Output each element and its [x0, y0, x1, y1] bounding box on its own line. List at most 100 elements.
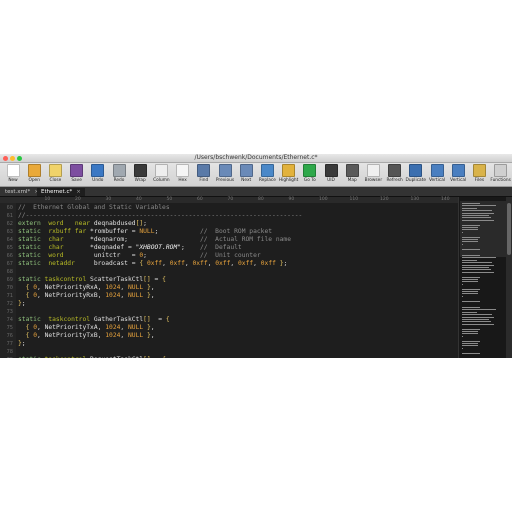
document-map-line [462, 271, 494, 273]
document-map-line [462, 300, 480, 302]
code-line[interactable]: // Ethernet Global and Static Variables [18, 204, 170, 212]
map-button[interactable]: Map [341, 164, 363, 185]
files-icon [472, 164, 486, 177]
vertical-button[interactable]: Vertical [447, 164, 469, 185]
document-map-line [462, 239, 479, 240]
document-map-line [462, 207, 478, 209]
code-line[interactable]: static rxbuff far *rombuffer = NULL; // … [18, 228, 272, 236]
toolbar-button-label: Next [241, 178, 252, 183]
code-line[interactable]: { 0, NetPriorityTxA, 1024, NULL }, [18, 324, 155, 332]
line-number: 61 [6, 213, 13, 219]
undo-button[interactable]: Undo [87, 164, 109, 185]
save-button[interactable]: Save [66, 164, 88, 185]
files-button[interactable]: Files [468, 164, 490, 185]
highlight-button[interactable]: Highlight [278, 164, 300, 185]
functions-button[interactable]: Functions [490, 164, 512, 185]
go-to-button[interactable]: Go To [299, 164, 321, 185]
next-icon [239, 164, 253, 177]
redo-button[interactable]: Redo [108, 164, 130, 185]
line-number: 66 [6, 253, 13, 259]
code-line[interactable]: }; [18, 340, 26, 348]
code-line[interactable]: }; [18, 300, 26, 308]
toolbar-button-label: Duplicate [405, 178, 427, 183]
code-line[interactable]: static taskcontrol GatherTaskCtl[] = { [18, 316, 170, 324]
toolbar-button-label: Previous [215, 178, 235, 183]
scrollbar-thumb[interactable] [507, 203, 511, 255]
document-map-line [462, 241, 479, 243]
document-map-line [462, 248, 480, 250]
document-map-line [462, 331, 479, 332]
document-map-line [462, 314, 493, 316]
toolbar-button-label: Close [49, 178, 62, 183]
code-editor[interactable]: // Ethernet Global and Static Variables /… [16, 203, 458, 358]
code-line[interactable]: { 0, NetPriorityRxB, 1024, NULL }, [18, 292, 155, 300]
vertical-button[interactable]: Vertical [426, 164, 448, 185]
code-line[interactable]: //--------------------------------------… [18, 212, 302, 220]
toolbar-button-label: Browser [364, 178, 383, 183]
split-horizontal-icon [430, 164, 444, 177]
code-line[interactable]: static taskcontrol ScatterTaskCtl[] = { [18, 276, 166, 284]
undo-icon [91, 164, 105, 177]
line-number: 67 [6, 261, 13, 267]
close-file-icon [48, 164, 62, 177]
duplicate-button[interactable]: Duplicate [405, 164, 427, 185]
close-button[interactable]: Close [44, 164, 66, 185]
document-map-line [462, 345, 479, 347]
toolbar-button-label: Save [71, 178, 82, 183]
toolbar-button-label: Wrap [134, 178, 146, 183]
toolbar-button-label: Refresh [386, 178, 403, 183]
code-line[interactable]: { 0, NetPriorityRxA, 1024, NULL }, [18, 284, 155, 292]
code-line[interactable]: extern word near deqnabdused[]; [18, 220, 147, 228]
document-map[interactable] [458, 197, 507, 358]
new-button[interactable]: New [2, 164, 24, 185]
document-map-line [462, 269, 491, 271]
code-line[interactable]: static taskcontrol RequestTaskCtl[] = { [18, 356, 166, 358]
document-map-line [462, 323, 494, 325]
previous-button[interactable]: Previous [214, 164, 236, 185]
new-file-icon [6, 164, 20, 177]
code-line[interactable]: static netaddr broadcast = { 0xff, 0xff,… [18, 260, 287, 268]
browser-button[interactable]: Browser [362, 164, 384, 185]
line-number: 79 [0, 357, 13, 358]
code-line[interactable]: { 0, NetPriorityTxB, 1024, NULL }, [18, 332, 155, 340]
document-map-line [462, 231, 463, 233]
vertical-scrollbar[interactable] [506, 197, 512, 358]
line-number: 74 [6, 317, 13, 323]
next-button[interactable]: Next [235, 164, 257, 185]
refresh-icon [388, 164, 402, 177]
find-button[interactable]: Find [193, 164, 215, 185]
line-number: 65 [6, 245, 13, 251]
document-map-line [462, 335, 463, 337]
previous-icon [218, 164, 232, 177]
code-line[interactable]: static word unitctr = 0; // Unit counter [18, 252, 261, 260]
hex-button[interactable]: Hex [172, 164, 194, 185]
uid-button[interactable]: UID [320, 164, 342, 185]
tab-label: test.xml* [5, 189, 31, 195]
functions-icon [494, 164, 508, 177]
code-line[interactable]: static char *deqnarom; // Actual ROM fil… [18, 236, 291, 244]
window-title: /Users/bschwenk/Documents/Ethernet.c* [194, 154, 318, 161]
open-button[interactable]: Open [23, 164, 45, 185]
line-number: 73 [6, 309, 13, 315]
tab-close-icon[interactable]: × [76, 189, 81, 195]
toolbar-button-label: New [8, 178, 18, 183]
line-number: 70 [6, 285, 13, 291]
column-button[interactable]: Column [150, 164, 172, 185]
document-map-line [462, 333, 479, 335]
code-line[interactable]: static char *deqnadef = "XHBOOT.ROM"; //… [18, 244, 242, 252]
tab-label: Ethernet.c* [41, 189, 73, 195]
redo-icon [112, 164, 126, 177]
tab-2[interactable]: Ethernet.c* × [37, 188, 85, 196]
document-map-line [462, 210, 493, 212]
document-map-line [462, 224, 480, 226]
folder-icon [27, 164, 41, 177]
toolbar-button-label: Column [153, 178, 170, 183]
document-map-line [462, 267, 489, 268]
split-vertical-icon [451, 164, 465, 177]
replace-button[interactable]: Replace [256, 164, 278, 185]
wrap-button[interactable]: Wrap [129, 164, 151, 185]
refresh-button[interactable]: Refresh [384, 164, 406, 185]
document-map-line [462, 257, 496, 259]
line-number: 69 [6, 277, 13, 283]
column-icon [154, 164, 168, 177]
